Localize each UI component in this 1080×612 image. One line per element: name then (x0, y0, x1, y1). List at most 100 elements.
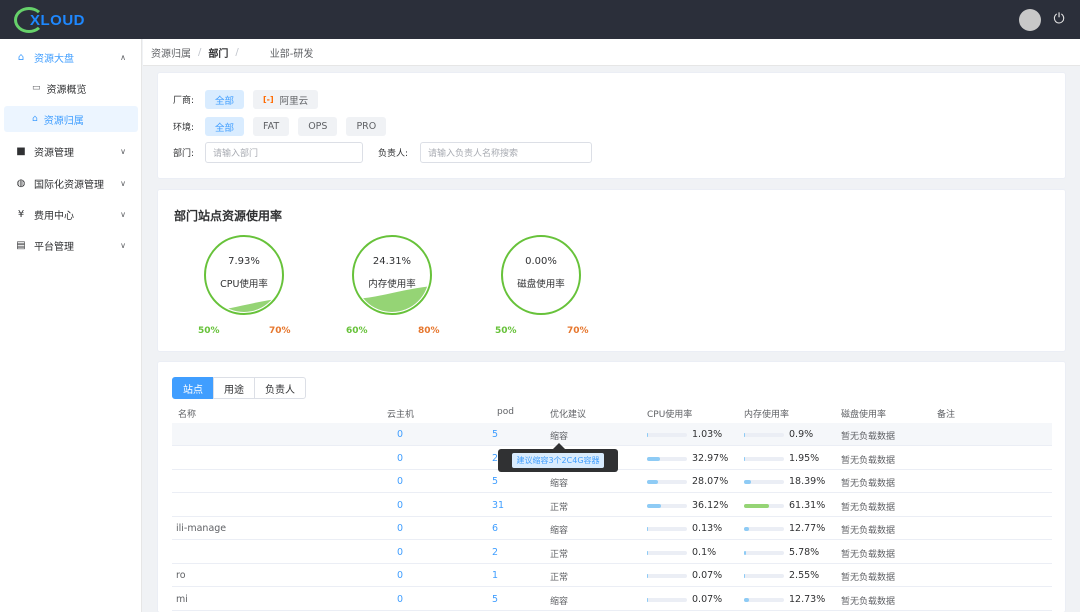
optimization-suggestion[interactable]: 正常 (550, 547, 568, 560)
pod-count-link[interactable]: 5 (492, 594, 498, 605)
env-chip-all[interactable]: 全部 (205, 117, 245, 136)
column-header-disk: 磁盘使用率 (841, 410, 887, 420)
site-table-panel: 站点 用途 负责人 名称 云主机 pod 优化建议 CPU使用率 内存使用率 磁… (157, 361, 1066, 612)
breadcrumb-item[interactable]: 部门 (208, 45, 228, 60)
optimization-suggestion[interactable]: 缩容 (550, 594, 568, 607)
cpu-gauge: 7.93% CPU使用率 (203, 234, 285, 316)
avatar[interactable] (1019, 9, 1041, 31)
cpu-usage-value: 28.07% (692, 476, 729, 487)
chevron-down-icon: ∨ (120, 178, 126, 188)
vm-count-link[interactable]: 0 (397, 523, 403, 534)
pod-count-link[interactable]: 1 (492, 570, 498, 581)
table-row[interactable]: 0 31 正常 36.12% 61.31% 暂无负载数据 (172, 494, 1052, 517)
optimization-suggestion[interactable]: 缩容 (550, 523, 568, 536)
memory-usage-bar (744, 527, 784, 531)
tab-owner[interactable]: 负责人 (254, 377, 306, 399)
pod-count-link[interactable]: 31 (492, 500, 504, 511)
pod-count-link[interactable]: 6 (492, 523, 498, 534)
cpu-usage-fill (647, 597, 648, 602)
screen-icon: ▤ (16, 239, 26, 251)
optimization-suggestion[interactable]: 正常 (550, 500, 568, 513)
vm-count-link[interactable]: 0 (397, 547, 403, 558)
memory-usage-fill (744, 503, 769, 508)
disk-usage-value: 暂无负载数据 (841, 526, 896, 536)
gauge-low-threshold: 60% (346, 326, 368, 336)
sidebar-item-intl-resource[interactable]: ◍ 国际化资源管理 ∨ (0, 170, 142, 196)
vm-count-link[interactable]: 0 (397, 570, 403, 581)
chevron-down-icon: ∨ (120, 209, 126, 219)
disk-usage-value: 暂无负载数据 (841, 479, 896, 489)
logo[interactable]: XLOUD (30, 12, 85, 29)
tooltip-text: 建议缩容3个2C4G容器 (512, 453, 604, 468)
disk-usage-value: 暂无负载数据 (841, 573, 896, 583)
table-row[interactable]: 0 2 正常 0.1% 5.78% 暂无负载数据 (172, 541, 1052, 564)
column-header-cpu: CPU使用率 (647, 410, 693, 420)
table-row[interactable]: 0 5 缩容 28.07% 18.39% 暂无负载数据 (172, 470, 1052, 493)
vm-count-link[interactable]: 0 (397, 500, 403, 511)
table-row[interactable]: ili-manage 0 6 缩容 0.13% 12.77% 暂无负载数据 (172, 517, 1052, 540)
vm-count-link[interactable]: 0 (397, 453, 403, 464)
cpu-usage-value: 1.03% (692, 429, 723, 440)
cpu-usage-fill (647, 527, 648, 531)
cpu-usage-value: 0.13% (692, 523, 723, 534)
memory-usage-fill (744, 456, 745, 461)
sidebar-item-label: 资源大盘 (34, 53, 74, 65)
breadcrumb: 资源归属 / 部门 / 业部-研发 (143, 39, 1080, 66)
top-bar: XLOUD ⏻ (0, 0, 1080, 39)
optimization-suggestion[interactable]: 正常 (550, 570, 568, 583)
cpu-usage-value: 36.12% (692, 499, 729, 511)
vendor-all-chip[interactable]: 全部 (205, 90, 245, 109)
table-row[interactable]: ro 0 1 正常 0.07% 2.55% 暂无负载数据 (172, 564, 1052, 587)
memory-usage-value: 18.39% (789, 476, 826, 487)
cpu-usage-bar (647, 503, 687, 508)
pod-count-link[interactable]: 5 (492, 476, 498, 487)
pod-count-link[interactable]: 5 (492, 429, 498, 440)
env-chip-pro[interactable]: PRO (346, 117, 387, 136)
vm-count-link[interactable]: 0 (397, 476, 403, 487)
home-icon: ⌂ (17, 51, 25, 63)
vendor-aliyun-chip[interactable]: [-] 阿里云 (253, 90, 319, 109)
optimization-suggestion[interactable]: 缩容 (550, 476, 568, 489)
tab-usage[interactable]: 用途 (213, 377, 255, 399)
site-name[interactable]: ro (176, 570, 356, 581)
column-header-memory: 内存使用率 (744, 410, 790, 420)
gauge-high-threshold: 70% (269, 326, 291, 336)
memory-usage-value: 2.55% (789, 570, 820, 581)
logout-icon[interactable]: ⏻ (1051, 11, 1067, 27)
globe-icon: ◍ (16, 177, 26, 189)
gauge-label: 磁盘使用率 (517, 279, 565, 290)
cpu-usage-fill (647, 574, 648, 578)
owner-label: 负责人: (378, 149, 409, 159)
house-icon: ⌂ (32, 114, 38, 124)
sidebar-item-label: 国际化资源管理 (34, 179, 104, 191)
sidebar-item-billing[interactable]: ¥ 费用中心 ∨ (0, 201, 142, 227)
table-header: 名称 云主机 pod 优化建议 CPU使用率 内存使用率 磁盘使用率 备注 (172, 405, 1052, 423)
owner-search-input[interactable]: 请输入负责人名称搜索 (420, 142, 592, 163)
cpu-usage-bar (647, 433, 687, 437)
breadcrumb-item[interactable]: 资源归属 (151, 45, 191, 60)
memory-usage-value: 12.73% (789, 593, 826, 605)
env-chip-fat[interactable]: FAT (253, 117, 290, 136)
site-name[interactable]: mi (176, 594, 356, 605)
env-chip-ops[interactable]: OPS (298, 117, 338, 136)
vendor-label: 厂商: (173, 96, 195, 106)
sidebar-item-resource-management[interactable]: ■ 资源管理 ∨ (0, 138, 142, 164)
site-name[interactable]: ili-manage (176, 523, 356, 534)
vm-count-link[interactable]: 0 (397, 429, 403, 440)
optimization-suggestion[interactable]: 缩容 (550, 429, 568, 442)
vm-count-link[interactable]: 0 (397, 594, 403, 605)
table-row[interactable]: 0 5 缩容 1.03% 0.9% 暂无负载数据 (172, 423, 1052, 446)
sidebar-item-platform[interactable]: ▤ 平台管理 ∨ (0, 232, 142, 258)
sidebar-item-resource-overview[interactable]: ▭ 资源概览 (4, 75, 138, 101)
tab-site[interactable]: 站点 (172, 377, 214, 399)
sidebar-item-resource-ownership[interactable]: ⌂ 资源归属 (4, 106, 138, 132)
table-row[interactable]: mi 0 5 缩容 0.07% 12.73% 暂无负载数据 (172, 588, 1052, 611)
memory-usage-value: 12.77% (789, 523, 826, 534)
dept-input[interactable]: 请输入部门 (205, 142, 363, 163)
memory-usage-bar (744, 597, 784, 602)
breadcrumb-separator: / (235, 46, 239, 58)
pod-count-link[interactable]: 2 (492, 547, 498, 558)
sidebar-item-resource-dashboard[interactable]: ⌂ 资源大盘 ∧ (0, 44, 142, 70)
cpu-usage-bar (647, 527, 687, 531)
column-header-remark: 备注 (937, 410, 956, 420)
